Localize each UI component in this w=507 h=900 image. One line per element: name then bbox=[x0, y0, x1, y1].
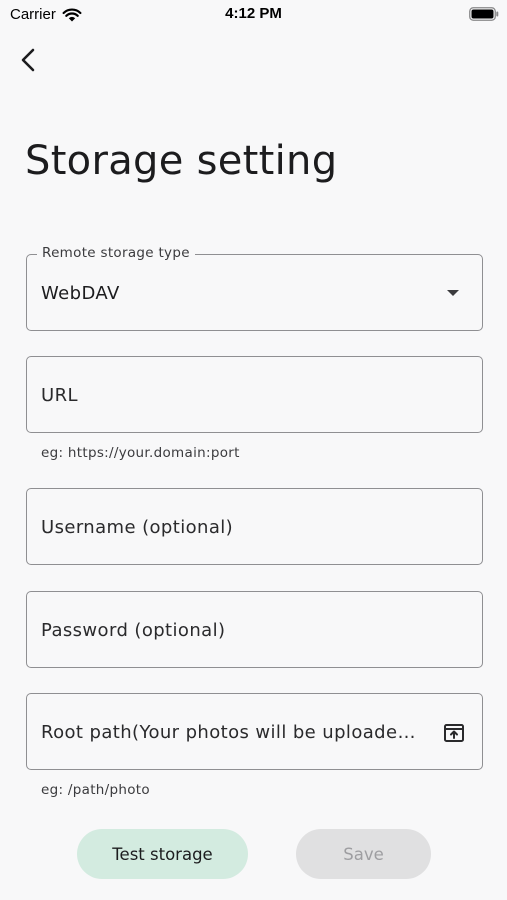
test-storage-button[interactable]: Test storage bbox=[77, 829, 248, 879]
save-button[interactable]: Save bbox=[296, 829, 431, 879]
back-button[interactable] bbox=[14, 44, 44, 76]
url-helper-text: eg: https://your.domain:port bbox=[41, 445, 240, 461]
page-title: Storage setting bbox=[25, 138, 338, 184]
folder-upload-icon-svg bbox=[444, 724, 464, 742]
status-time: 4:12 PM bbox=[225, 5, 282, 22]
root-path-input[interactable]: Root path(Your photos will be uploaded h… bbox=[26, 693, 483, 770]
password-input[interactable]: Password (optional) bbox=[26, 591, 483, 668]
battery-icon bbox=[469, 7, 499, 21]
dropdown-arrow-icon[interactable] bbox=[447, 290, 459, 296]
username-input[interactable]: Username (optional) bbox=[26, 488, 483, 565]
root-path-placeholder: Root path(Your photos will be uploaded h… bbox=[41, 722, 421, 743]
remote-storage-type-value: WebDAV bbox=[41, 283, 120, 304]
password-placeholder: Password (optional) bbox=[41, 620, 226, 641]
url-placeholder: URL bbox=[41, 385, 78, 406]
chevron-left-icon bbox=[21, 48, 35, 72]
storage-setting-screen: Carrier 4:12 PM Storage setting Remote s… bbox=[0, 0, 507, 900]
root-path-helper-text: eg: /path/photo bbox=[41, 782, 150, 798]
url-input[interactable]: URL bbox=[26, 356, 483, 433]
remote-storage-type-legend: Remote storage type bbox=[37, 245, 195, 261]
status-bar: Carrier 4:12 PM bbox=[0, 0, 507, 30]
username-placeholder: Username (optional) bbox=[41, 517, 234, 538]
folder-upload-icon[interactable] bbox=[442, 721, 466, 745]
remote-storage-type-select[interactable]: Remote storage type WebDAV bbox=[26, 245, 483, 331]
